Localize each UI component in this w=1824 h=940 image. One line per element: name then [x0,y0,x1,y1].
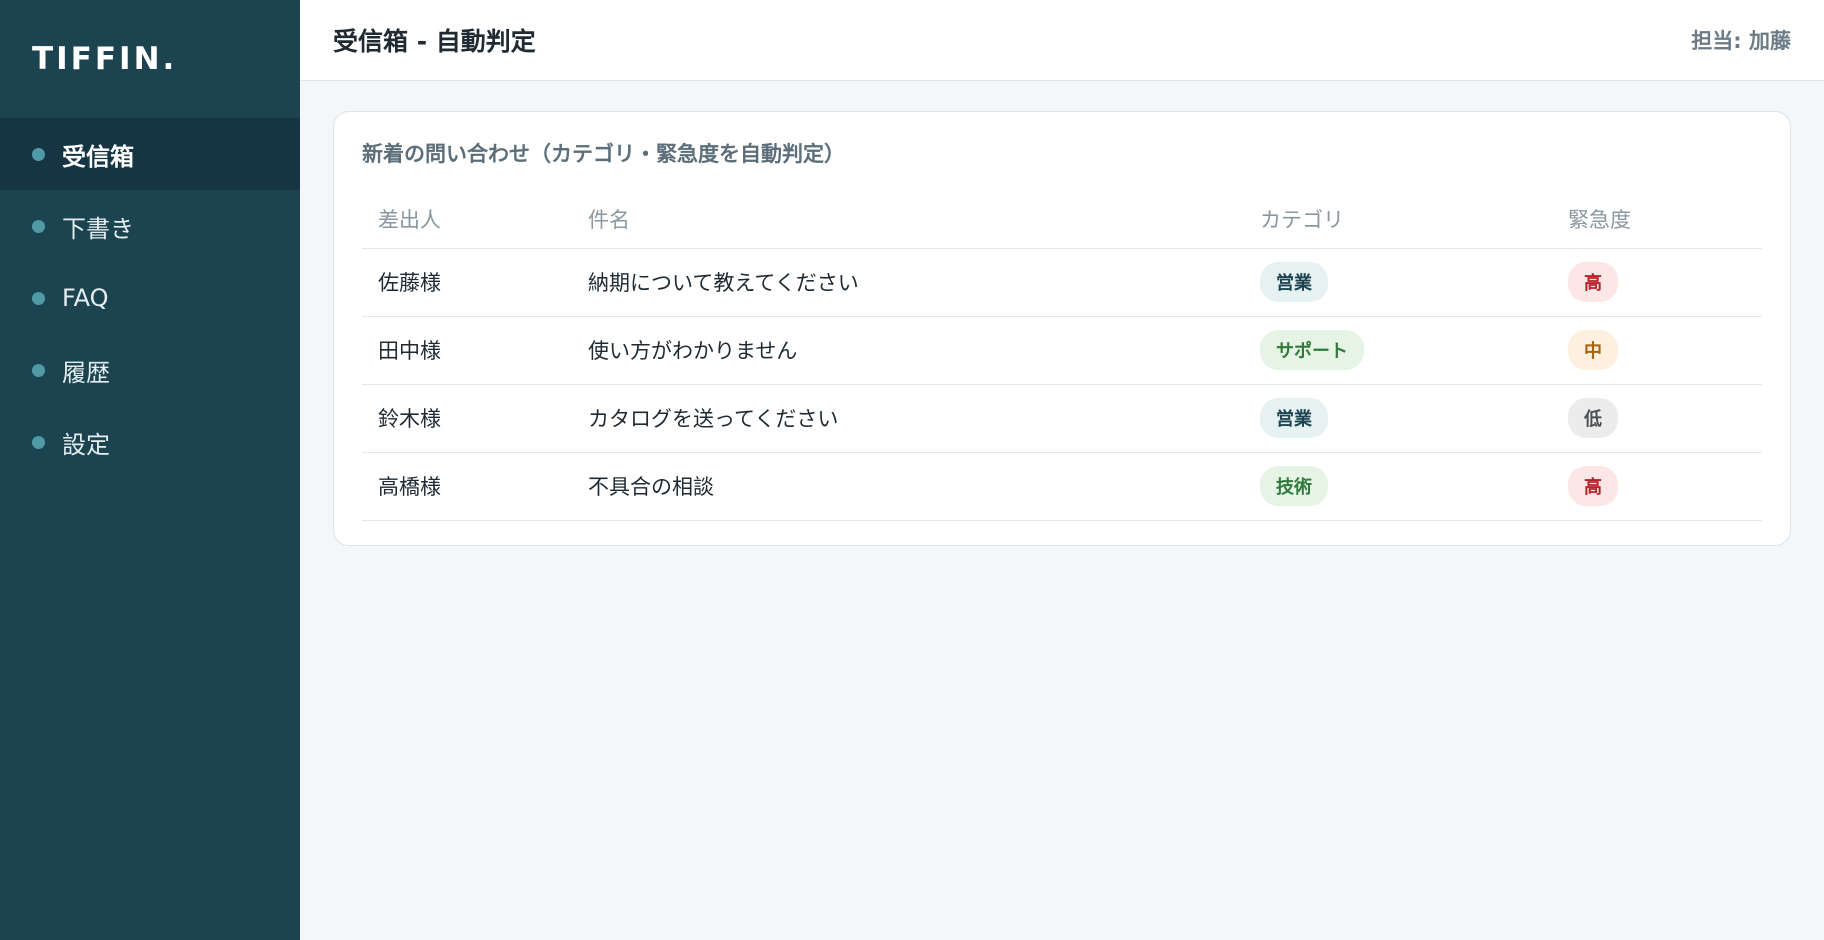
inquiry-card: 新着の問い合わせ（カテゴリ・緊急度を自動判定） 差出人 件名 カテゴリ 緊急度 … [333,111,1791,546]
top-bar: 受信箱 - 自動判定 担当: 加藤 [300,0,1824,81]
brand-logo: TIFFIN. [32,41,178,77]
sidebar-item-settings[interactable]: 設定 [0,406,300,478]
urgency-cell: 中 [1552,316,1762,385]
category-cell: サポート [1244,316,1552,385]
sender-cell: 高橋様 [362,452,572,521]
subject-cell: 納期について教えてください [572,248,1244,317]
sidebar: TIFFIN. 受信箱 下書き FAQ 履歴 設定 [0,0,300,940]
dot-icon [32,435,45,449]
category-badge: 営業 [1260,262,1328,302]
sidebar-nav: 受信箱 下書き FAQ 履歴 設定 [0,118,300,478]
main-area: 受信箱 - 自動判定 担当: 加藤 新着の問い合わせ（カテゴリ・緊急度を自動判定… [300,0,1824,940]
urgency-badge: 高 [1568,262,1618,302]
category-cell: 営業 [1244,384,1552,453]
table-row[interactable]: 田中様 使い方がわかりません サポート 中 [362,316,1762,385]
sidebar-item-drafts[interactable]: 下書き [0,190,300,262]
dot-icon [32,219,45,233]
category-badge: サポート [1260,330,1364,370]
card-title: 新着の問い合わせ（カテゴリ・緊急度を自動判定） [362,142,845,166]
category-badge: 営業 [1260,398,1328,438]
urgency-cell: 低 [1552,384,1762,453]
table-row[interactable]: 高橋様 不具合の相談 技術 高 [362,452,1762,521]
sidebar-item-inbox[interactable]: 受信箱 [0,118,300,190]
subject-cell: カタログを送ってください [572,384,1244,453]
sender-cell: 佐藤様 [362,248,572,317]
column-header-subject: 件名 [572,190,1244,249]
table-row[interactable]: 鈴木様 カタログを送ってください 営業 低 [362,384,1762,453]
category-badge: 技術 [1260,466,1328,506]
category-cell: 営業 [1244,248,1552,317]
dot-icon [32,363,45,377]
table-row[interactable]: 佐藤様 納期について教えてください 営業 高 [362,248,1762,317]
urgency-badge: 中 [1568,330,1618,370]
assignee-label: 担当: 加藤 [1691,29,1791,53]
sidebar-item-label: 下書き [62,214,134,243]
app: TIFFIN. 受信箱 下書き FAQ 履歴 設定 受信箱 - 自動判定 担当:… [0,0,1824,940]
dot-icon [32,147,45,161]
subject-cell: 使い方がわかりません [572,316,1244,385]
category-cell: 技術 [1244,452,1552,521]
table-header-row: 差出人 件名 カテゴリ 緊急度 [362,190,1762,249]
sidebar-item-faq[interactable]: FAQ [0,262,300,334]
sidebar-item-label: 設定 [62,430,110,459]
column-header-urgency: 緊急度 [1552,190,1762,249]
sidebar-item-label: 履歴 [62,358,110,387]
content: 新着の問い合わせ（カテゴリ・緊急度を自動判定） 差出人 件名 カテゴリ 緊急度 … [300,81,1824,546]
urgency-cell: 高 [1552,248,1762,317]
dot-icon [32,291,45,305]
column-header-sender: 差出人 [362,190,572,249]
urgency-badge: 高 [1568,466,1618,506]
sidebar-item-label: FAQ [62,284,109,312]
inquiry-table: 差出人 件名 カテゴリ 緊急度 佐藤様 納期について教えてください 営業 高 田… [362,190,1762,521]
sidebar-item-label: 受信箱 [62,142,134,171]
column-header-category: カテゴリ [1244,190,1552,249]
subject-cell: 不具合の相談 [572,452,1244,521]
urgency-cell: 高 [1552,452,1762,521]
sender-cell: 田中様 [362,316,572,385]
sidebar-item-history[interactable]: 履歴 [0,334,300,406]
sender-cell: 鈴木様 [362,384,572,453]
page-title: 受信箱 - 自動判定 [333,27,536,56]
urgency-badge: 低 [1568,398,1618,438]
